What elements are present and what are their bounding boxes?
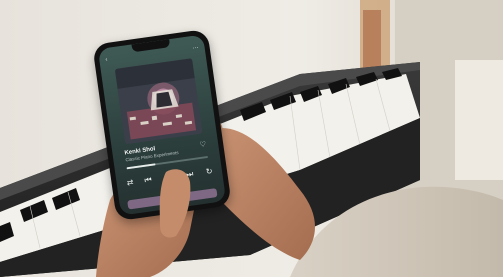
thumb-overlay	[159, 169, 191, 238]
photo-scene: ‹ ⋯ Kenki Shol Classic Piano Experiments…	[0, 0, 503, 277]
